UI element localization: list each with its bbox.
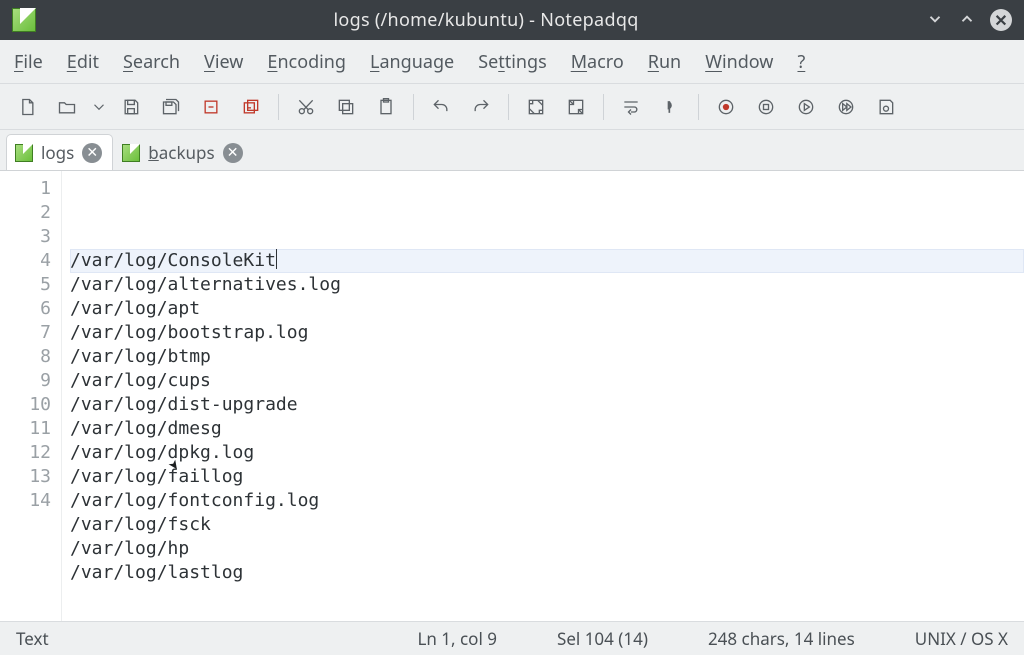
minimize-button[interactable] — [926, 10, 944, 31]
tab-label: logs — [41, 141, 74, 164]
titlebar: logs (/home/kubuntu) - Notepadqq ✕ — [0, 0, 1024, 40]
app-icon — [12, 8, 36, 32]
line-number: 3 — [0, 225, 51, 249]
show-symbols-button[interactable] — [654, 90, 688, 124]
cut-button[interactable] — [289, 90, 323, 124]
toolbar-separator — [698, 94, 699, 120]
undo-button[interactable] — [424, 90, 458, 124]
code-line[interactable]: /var/log/bootstrap.log — [70, 321, 1024, 345]
line-number: 8 — [0, 345, 51, 369]
document-icon — [15, 144, 33, 162]
new-file-button[interactable] — [10, 90, 44, 124]
menubar: File Edit Search View Encoding Language … — [0, 40, 1024, 84]
open-recent-dropdown[interactable] — [90, 97, 108, 117]
toolbar-separator — [413, 94, 414, 120]
code-line[interactable]: /var/log/dmesg — [70, 417, 1024, 441]
document-icon — [122, 144, 140, 162]
line-number: 12 — [0, 441, 51, 465]
menu-search[interactable]: Search — [123, 50, 180, 74]
line-number: 2 — [0, 201, 51, 225]
app-window: logs (/home/kubuntu) - Notepadqq ✕ File … — [0, 0, 1024, 655]
code-area[interactable]: /var/log/ConsoleKit/var/log/alternatives… — [62, 171, 1024, 621]
macro-play-button[interactable] — [789, 90, 823, 124]
copy-button[interactable] — [329, 90, 363, 124]
line-number: 10 — [0, 393, 51, 417]
code-line[interactable]: /var/log/hp — [70, 537, 1024, 561]
close-button[interactable]: ✕ — [990, 9, 1012, 31]
menu-macro[interactable]: Macro — [571, 50, 624, 74]
word-wrap-button[interactable] — [614, 90, 648, 124]
macro-play-multi-button[interactable] — [829, 90, 863, 124]
maximize-button[interactable] — [958, 10, 976, 31]
line-number: 6 — [0, 297, 51, 321]
tab-label: backups — [148, 141, 214, 164]
status-eol[interactable]: UNIX / OS X — [915, 627, 1008, 650]
line-number: 4 — [0, 249, 51, 273]
line-number: 1 — [0, 177, 51, 201]
line-number: 13 — [0, 465, 51, 489]
toolbar — [0, 84, 1024, 130]
toolbar-separator — [278, 94, 279, 120]
tabbar: logs ✕ backups ✕ — [0, 130, 1024, 170]
code-line[interactable]: /var/log/alternatives.log — [70, 273, 1024, 297]
toolbar-separator — [603, 94, 604, 120]
code-line[interactable]: /var/log/lastlog — [70, 561, 1024, 585]
menu-view[interactable]: View — [204, 50, 243, 74]
code-line[interactable]: /var/log/dpkg.log — [70, 441, 1024, 465]
tab-close-button[interactable]: ✕ — [223, 143, 243, 163]
status-language[interactable]: Text — [16, 627, 49, 650]
menu-help[interactable]: ? — [797, 50, 805, 74]
line-number: 9 — [0, 369, 51, 393]
code-line[interactable]: /var/log/fontconfig.log — [70, 489, 1024, 513]
close-tab-button[interactable] — [194, 90, 228, 124]
zoom-out-button[interactable] — [559, 90, 593, 124]
line-number: 14 — [0, 489, 51, 513]
macro-stop-button[interactable] — [749, 90, 783, 124]
code-line[interactable]: /var/log/ConsoleKit — [70, 249, 1024, 273]
toolbar-separator — [508, 94, 509, 120]
tab-logs[interactable]: logs ✕ — [6, 134, 113, 170]
menu-file[interactable]: File — [14, 50, 43, 74]
code-line[interactable]: /var/log/fsck — [70, 513, 1024, 537]
code-line[interactable]: /var/log/apt — [70, 297, 1024, 321]
paste-button[interactable] — [369, 90, 403, 124]
code-line[interactable]: /var/log/faillog — [70, 465, 1024, 489]
text-caret — [276, 249, 277, 269]
menu-edit[interactable]: Edit — [67, 50, 99, 74]
code-line[interactable]: /var/log/btmp — [70, 345, 1024, 369]
close-all-button[interactable] — [234, 90, 268, 124]
code-line[interactable]: /var/log/dist-upgrade — [70, 393, 1024, 417]
zoom-in-button[interactable] — [519, 90, 553, 124]
window-controls: ✕ — [926, 9, 1012, 31]
save-all-button[interactable] — [154, 90, 188, 124]
status-stats: 248 chars, 14 lines — [708, 627, 855, 650]
statusbar: Text Ln 1, col 9 Sel 104 (14) 248 chars,… — [0, 621, 1024, 655]
macro-record-button[interactable] — [709, 90, 743, 124]
macro-save-button[interactable] — [869, 90, 903, 124]
code-line[interactable]: /var/log/cups — [70, 369, 1024, 393]
open-file-button[interactable] — [50, 90, 84, 124]
line-number: 11 — [0, 417, 51, 441]
menu-run[interactable]: Run — [648, 50, 681, 74]
editor[interactable]: 1234567891011121314 /var/log/ConsoleKit/… — [0, 170, 1024, 621]
line-number: 7 — [0, 321, 51, 345]
window-title: logs (/home/kubuntu) - Notepadqq — [46, 8, 926, 32]
line-number-gutter: 1234567891011121314 — [0, 171, 62, 621]
menu-window[interactable]: Window — [705, 50, 773, 74]
save-button[interactable] — [114, 90, 148, 124]
tab-close-button[interactable]: ✕ — [82, 143, 102, 163]
redo-button[interactable] — [464, 90, 498, 124]
status-cursor: Ln 1, col 9 — [417, 627, 497, 650]
menu-language[interactable]: Language — [370, 50, 454, 74]
menu-settings[interactable]: Settings — [478, 50, 547, 74]
tab-backups[interactable]: backups ✕ — [113, 134, 253, 170]
status-selection: Sel 104 (14) — [557, 627, 648, 650]
line-number: 5 — [0, 273, 51, 297]
menu-encoding[interactable]: Encoding — [267, 50, 346, 74]
